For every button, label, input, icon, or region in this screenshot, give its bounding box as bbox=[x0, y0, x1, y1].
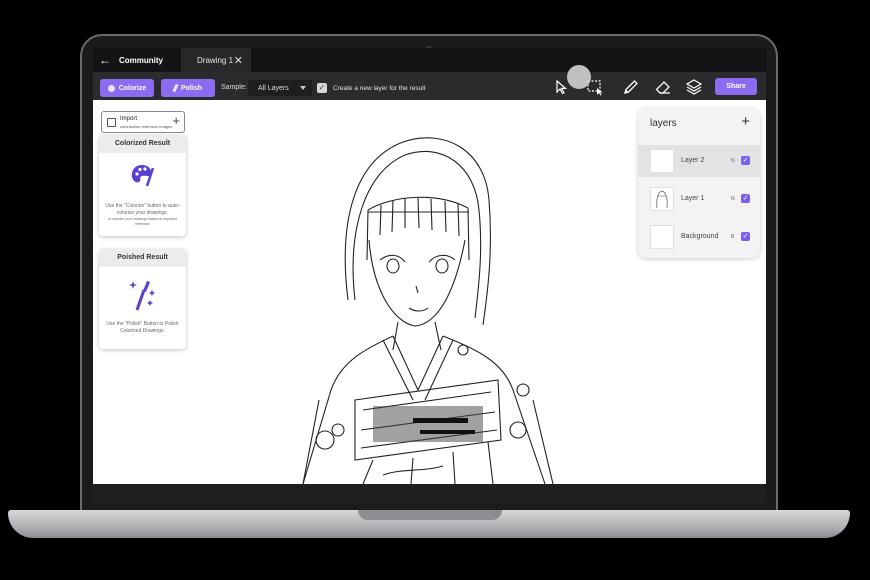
new-layer-checkbox[interactable]: ✓ bbox=[317, 83, 327, 93]
layers-panel: layers + Layer 2 N ✓ Layer 1 N ✓ Backgro… bbox=[638, 108, 760, 258]
eraser-icon[interactable] bbox=[652, 76, 674, 98]
brush-icon bbox=[172, 83, 179, 93]
layer-name: Layer 1 bbox=[681, 195, 705, 202]
colorized-result-panel: Colorized Result Use the "Colorize" butt… bbox=[99, 135, 186, 236]
layers-panel-title: layers bbox=[650, 118, 677, 129]
polished-panel-title: Poished Result bbox=[99, 249, 186, 267]
polish-button[interactable]: Polish bbox=[161, 79, 215, 97]
sample-select[interactable]: All Layers bbox=[248, 80, 312, 96]
colorized-panel-desc: Use the "Colorize" button to auto-colori… bbox=[105, 203, 180, 216]
laptop-stage: ← Community Drawing 1 ✕ Colorize Polish … bbox=[0, 0, 870, 580]
polished-result-panel: Poished Result Use the "Polish" Button t… bbox=[99, 249, 186, 349]
layer-name: Layer 2 bbox=[681, 157, 705, 164]
image-icon bbox=[107, 118, 116, 127]
layer-visibility-checkbox[interactable]: ✓ bbox=[741, 232, 750, 241]
layer-name: Background bbox=[681, 233, 719, 240]
sample-label: Sample: bbox=[221, 84, 247, 91]
share-button[interactable]: Share bbox=[715, 78, 757, 95]
layer-blend-mode: N bbox=[731, 158, 735, 164]
tab-label: Drawing 1 bbox=[197, 55, 234, 65]
sample-value: All Layers bbox=[258, 84, 289, 92]
layer-visibility-checkbox[interactable]: ✓ bbox=[741, 194, 750, 203]
plus-icon: + bbox=[172, 113, 180, 128]
colorize-button[interactable]: Colorize bbox=[100, 79, 154, 97]
layer-visibility-checkbox[interactable]: ✓ bbox=[741, 156, 750, 165]
layer-thumbnail bbox=[650, 149, 674, 173]
import-reference-button[interactable]: Import colorization reference images + bbox=[101, 111, 185, 133]
back-arrow-icon: ← bbox=[99, 53, 111, 67]
layer-item-layer-2[interactable]: Layer 2 N ✓ bbox=[638, 145, 760, 177]
screen-bottom-bezel bbox=[93, 484, 766, 503]
tab-bar: ← Community Drawing 1 ✕ bbox=[93, 48, 766, 72]
import-title: Import bbox=[120, 116, 138, 122]
layer-blend-mode: B bbox=[731, 234, 735, 240]
laptop-thumb-notch bbox=[358, 510, 502, 520]
app-screen: ← Community Drawing 1 ✕ Colorize Polish … bbox=[93, 48, 766, 503]
layer-thumbnail bbox=[650, 187, 674, 211]
layer-blend-mode: N bbox=[731, 196, 735, 202]
colorized-panel-title: Colorized Result bbox=[99, 135, 186, 153]
back-to-community-button[interactable]: ← Community bbox=[99, 52, 181, 68]
chevron-down-icon bbox=[300, 86, 306, 90]
pencil-icon[interactable] bbox=[620, 76, 642, 98]
layer-thumbnail bbox=[650, 225, 674, 249]
add-layer-button[interactable]: + bbox=[741, 113, 750, 130]
polished-panel-desc: Use the "Polish" Button to Polish Colori… bbox=[106, 321, 179, 334]
tab-drawing-1[interactable]: Drawing 1 ✕ bbox=[181, 48, 251, 72]
polish-label: Polish bbox=[180, 84, 202, 92]
import-subtitle: colorization reference images bbox=[120, 124, 173, 129]
palette-icon bbox=[107, 84, 115, 92]
colorize-label: Colorize bbox=[118, 84, 147, 92]
palette-icon bbox=[131, 165, 155, 187]
layer-item-background[interactable]: Background B ✓ bbox=[638, 221, 760, 253]
layers-icon[interactable] bbox=[683, 76, 705, 98]
cursor-indicator bbox=[567, 65, 591, 89]
colorized-panel-desc-small: or colorize your drawings based on impor… bbox=[108, 217, 177, 226]
back-label: Community bbox=[119, 55, 163, 65]
magic-brush-icon bbox=[129, 281, 155, 311]
layer-item-layer-1[interactable]: Layer 1 N ✓ bbox=[638, 183, 760, 215]
new-layer-label: Create a new layer for the result bbox=[333, 85, 426, 92]
close-icon[interactable]: ✕ bbox=[234, 54, 243, 67]
